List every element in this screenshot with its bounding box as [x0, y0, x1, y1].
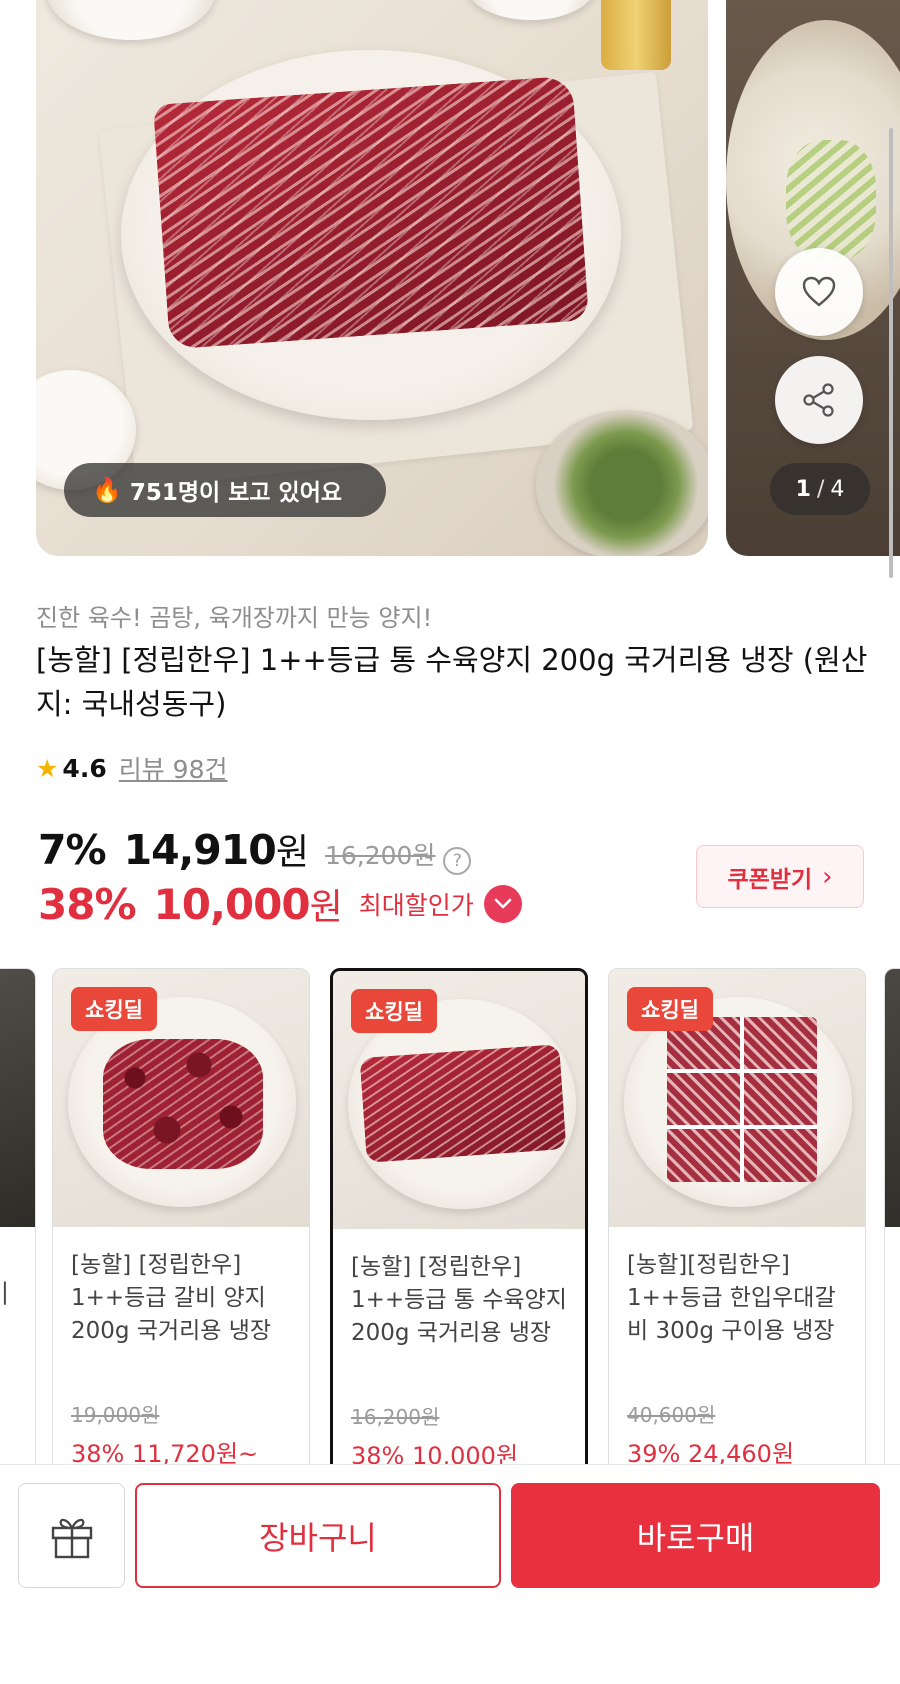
image-page-indicator: 1 / 4 — [770, 463, 870, 515]
rating-row: ★ 4.6 리뷰 98건 — [36, 750, 227, 786]
gift-icon — [51, 1518, 92, 1558]
option-card-original-price: 19,000원 — [71, 1403, 160, 1427]
max-discount-percent: 38% — [38, 879, 137, 929]
product-image-carousel[interactable]: 🔥 751명이 보고 있어요 1 / 4 — [0, 0, 900, 560]
oil-bottle — [601, 0, 671, 70]
add-to-cart-button[interactable]: 장바구니 — [135, 1483, 501, 1588]
beef-cubes-image — [103, 1039, 263, 1169]
discount-percent: 7% — [38, 826, 107, 874]
product-subtitle: 진한 육수! 곰탕, 육개장까지 만능 양지! — [36, 604, 433, 632]
option-card-name: [농할] [정립한우] 1++등급 갈비 양지 200g 국거리용 냉장 — [71, 1252, 272, 1344]
option-card-image — [885, 969, 900, 1227]
currency-unit: 원 — [275, 832, 309, 873]
buy-now-button[interactable]: 바로구매 — [511, 1483, 880, 1588]
share-icon — [803, 383, 834, 417]
fire-icon: 🔥 — [92, 476, 122, 504]
viewers-badge: 🔥 751명이 보고 있어요 — [64, 463, 386, 517]
star-icon: ★ — [36, 753, 59, 783]
max-discount-price: 10,000 — [153, 879, 311, 929]
option-card-name: [농할][정립한우] 1++등급 한입우대갈비 300g 구이용 냉장 — [627, 1252, 836, 1344]
garlic-bowl — [46, 0, 216, 40]
product-title: [농할] [정립한우] 1++등급 통 수육양지 200g 국거리용 냉장 (원… — [36, 643, 868, 721]
page-current: 1 — [795, 476, 811, 502]
reviews-link[interactable]: 리뷰 98건 — [119, 750, 228, 786]
option-card-image: 쇼킹딜 — [53, 969, 309, 1227]
shocking-deal-badge: 쇼킹딜 — [71, 987, 157, 1031]
gift-button[interactable] — [18, 1483, 125, 1588]
green-onion — [786, 140, 876, 260]
option-card-name: [농할] [정립한우] 1++등급 통 수육양지 200g 국거리용 냉장 — [351, 1254, 567, 1346]
option-card-image: 쇼킹딜 — [333, 971, 585, 1229]
like-button[interactable] — [775, 248, 863, 336]
option-card-suyuk-yangji[interactable]: 쇼킹딜 [농할] [정립한우] 1++등급 통 수육양지 200g 국거리용 냉… — [330, 968, 588, 1468]
chevron-right-icon: › — [822, 861, 833, 892]
option-card-sale-price: 38% 11,720원~ — [71, 1440, 259, 1468]
coupon-label: 쿠폰받기 — [727, 866, 813, 893]
option-card-short-rib[interactable]: 쇼킹딜 [농할][정립한우] 1++등급 한입우대갈비 300g 구이용 냉장 … — [608, 968, 866, 1468]
heart-icon — [802, 276, 836, 307]
shocking-deal-badge: 쇼킹딜 — [627, 987, 713, 1031]
share-button[interactable] — [775, 356, 863, 444]
help-icon[interactable]: ? — [443, 847, 472, 875]
option-card-name-fragment: | — [1, 1279, 9, 1305]
page-scrollbar[interactable] — [889, 128, 893, 578]
option-card-image: 쇼킹딜 — [609, 969, 865, 1227]
original-price: 16,200원 — [324, 841, 436, 870]
option-card-original-price: 16,200원 — [351, 1405, 440, 1429]
pepper-bowl — [466, 0, 596, 20]
option-card-original-price: 40,600원 — [627, 1403, 716, 1427]
option-card-galbi-yangji[interactable]: 쇼킹딜 [농할] [정립한우] 1++등급 갈비 양지 200g 국거리용 냉장… — [52, 968, 310, 1468]
coupon-button[interactable]: 쿠폰받기 › — [696, 845, 864, 908]
viewers-text: 751명이 보고 있어요 — [129, 480, 343, 506]
option-card-image — [0, 969, 35, 1227]
page-total: 4 — [830, 476, 845, 502]
page-separator: / — [816, 476, 825, 502]
shocking-deal-badge: 쇼킹딜 — [351, 989, 437, 1033]
option-card-partial-left[interactable]: | — [0, 968, 36, 1468]
sale-price: 14,910 — [123, 826, 277, 874]
option-card-carousel[interactable]: | 쇼킹딜 [농할] [정립한우] 1++등급 갈비 양지 200g 국거리용 … — [0, 968, 900, 1468]
price-row: 7% 14,910 원 16,200원 ? — [38, 823, 472, 875]
chevron-down-icon[interactable] — [483, 885, 522, 923]
max-currency-unit: 원 — [309, 887, 343, 928]
option-card-sale-price: 39% 24,460원 — [627, 1440, 795, 1468]
short-rib-image — [667, 1017, 817, 1182]
beef-brisket-image — [359, 1044, 567, 1163]
max-discount-label: 최대할인가 — [358, 891, 474, 920]
herb-bowl — [536, 410, 708, 556]
bottom-action-bar: 장바구니 바로구매 — [0, 1464, 900, 1684]
beef-brisket-image — [152, 75, 590, 350]
option-card-partial-right[interactable] — [884, 968, 900, 1468]
max-discount-row[interactable]: 38% 10,000 원 최대할인가 — [38, 878, 522, 930]
rating-score: 4.6 — [62, 753, 107, 783]
